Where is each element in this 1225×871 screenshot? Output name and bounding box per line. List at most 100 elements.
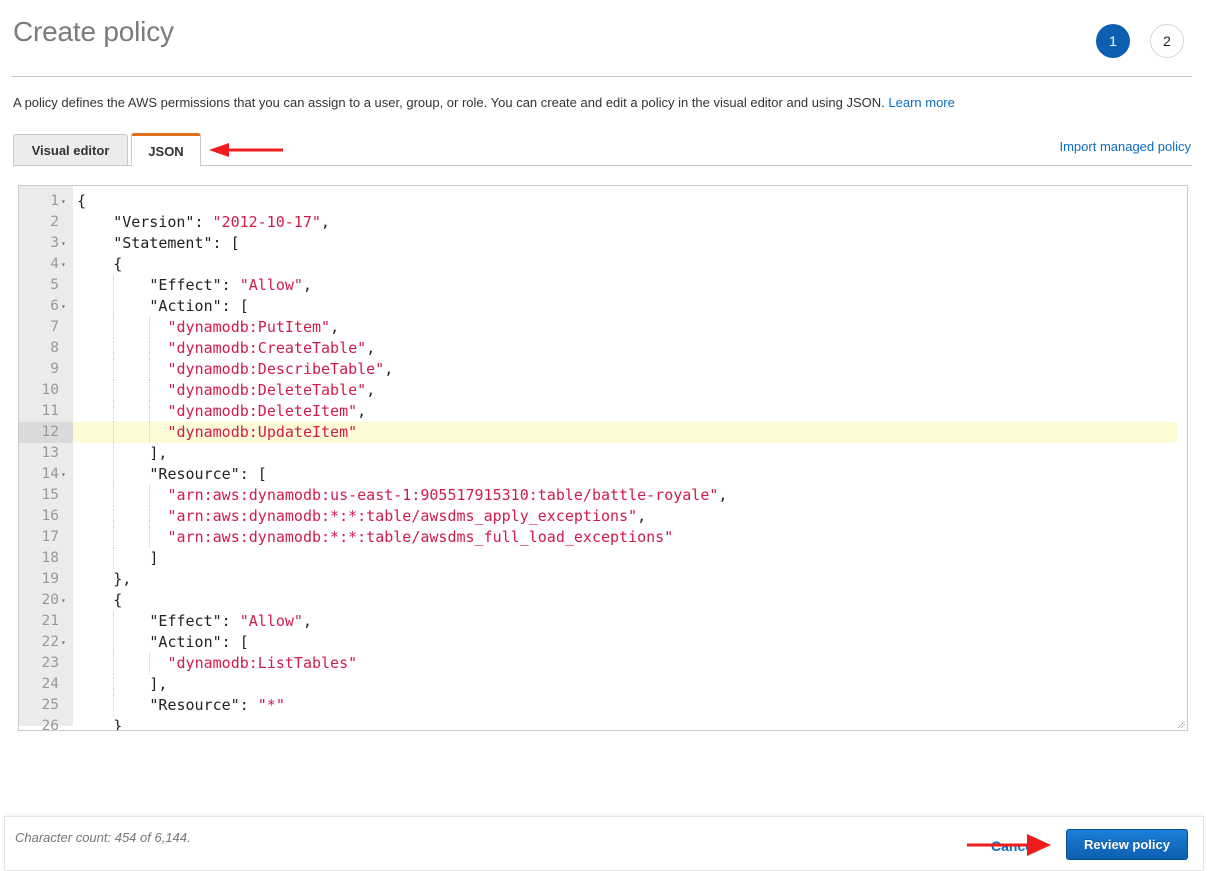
string-token: "Allow" [239,612,303,630]
code-text: "Action": [ [149,296,248,317]
header-divider [12,76,1192,77]
code-line[interactable]: 1 ▾{ [19,191,1177,212]
code-line[interactable]: 23 "dynamodb:ListTables" [19,653,1177,674]
code-token: ], [149,444,168,462]
annotation-arrow-right [967,834,1051,856]
fold-toggle-icon[interactable]: ▾ [61,296,66,317]
fold-toggle-icon[interactable]: ▾ [61,254,66,275]
fold-toggle-icon[interactable]: ▾ [61,632,66,653]
code-line[interactable]: 25 "Resource": "*" [19,695,1177,716]
line-number: 9 [50,361,59,377]
string-token: "dynamodb:ListTables" [167,654,358,672]
code-line[interactable]: 12 "dynamodb:UpdateItem" [19,422,1177,443]
string-token: "*" [257,696,285,714]
indent-guide [113,380,115,401]
code-line[interactable]: 14 ▾ "Resource": [ [19,464,1177,485]
code-token: { [113,255,123,273]
line-number: 5 [50,277,59,293]
indent-guide [149,380,151,401]
tab-json[interactable]: JSON [131,133,201,166]
indent-guide [113,485,115,506]
learn-more-link[interactable]: Learn more [888,95,954,110]
string-token: "dynamodb:DescribeTable" [167,360,385,378]
code-line[interactable]: 22 ▾ "Action": [ [19,632,1177,653]
code-line[interactable]: 21 "Effect": "Allow", [19,611,1177,632]
step-1-indicator: 1 [1096,24,1130,58]
line-number: 15 [41,487,59,503]
code-line[interactable]: 26} [19,716,1177,731]
code-text: }, [113,569,131,590]
indent-guide [149,653,151,674]
import-managed-policy-link[interactable]: Import managed policy [1059,139,1191,154]
code-token: , [637,507,647,525]
code-line[interactable]: 20 ▾{ [19,590,1177,611]
code-line[interactable]: 18] [19,548,1177,569]
step-2-indicator: 2 [1150,24,1184,58]
code-text: { [113,254,122,275]
resize-handle-icon[interactable] [1177,720,1185,728]
line-number: 2 [50,214,59,230]
character-count: Character count: 454 of 6,144. [15,830,191,845]
indent-guide [113,359,115,380]
indent-guide [113,611,115,632]
fold-toggle-icon[interactable]: ▾ [61,590,66,611]
code-line[interactable]: 19}, [19,569,1177,590]
string-token: "dynamodb:DeleteTable" [167,381,367,399]
code-line[interactable]: 5 "Effect": "Allow", [19,275,1177,296]
fold-toggle-icon[interactable]: ▾ [61,464,66,485]
code-text: { [113,590,122,611]
code-line[interactable]: 15 "arn:aws:dynamodb:us-east-1:9055179153… [19,485,1177,506]
code-line[interactable]: 8 "dynamodb:CreateTable", [19,338,1177,359]
indent-guide [149,401,151,422]
code-line[interactable]: 11 "dynamodb:DeleteItem", [19,401,1177,422]
json-editor[interactable]: 1 ▾{2 "Version": "2012-10-17", 3 ▾ "Statement… [18,185,1188,731]
code-token: , [384,360,394,378]
code-line[interactable]: 17 "arn:aws:dynamodb:*:*:table/awsdms_ful… [19,527,1177,548]
description-text: A policy defines the AWS permissions tha… [13,95,885,110]
code-line[interactable]: 2 "Version": "2012-10-17", [19,212,1177,233]
code-line[interactable]: 9 "dynamodb:DescribeTable", [19,359,1177,380]
code-text: "Version": "2012-10-17", [113,212,330,233]
code-text: "dynamodb:CreateTable", [168,338,376,359]
code-token: "Resource": [149,696,258,714]
code-line[interactable]: 10 "dynamodb:DeleteTable", [19,380,1177,401]
code-text: "Statement": [ [113,233,239,254]
tab-visual-editor[interactable]: Visual editor [13,134,128,165]
indent-guide [149,422,151,443]
code-text: "dynamodb:DescribeTable", [168,359,394,380]
code-line[interactable]: 13], [19,443,1177,464]
code-token: { [77,192,87,210]
code-line[interactable]: 3 ▾ "Statement": [ [19,233,1177,254]
code-token: , [302,276,312,294]
indent-guide [113,464,115,485]
code-line[interactable]: 24], [19,674,1177,695]
indent-guide [149,527,151,548]
policy-description: A policy defines the AWS permissions tha… [13,95,955,110]
code-line[interactable]: 4 ▾{ [19,254,1177,275]
code-text: "dynamodb:PutItem", [168,317,340,338]
code-token: , [302,612,312,630]
string-token: "arn:aws:dynamodb:us-east-1:905517915310… [167,486,719,504]
fold-toggle-icon[interactable]: ▾ [61,191,66,212]
indent-guide [149,485,151,506]
code-token: "Resource": [ [149,465,267,483]
code-area[interactable]: 1 ▾{2 "Version": "2012-10-17", 3 ▾ "Statement… [19,191,1177,731]
review-policy-button[interactable]: Review policy [1066,829,1188,860]
code-line[interactable]: 7 "dynamodb:PutItem", [19,317,1177,338]
code-line[interactable]: 16 "arn:aws:dynamodb:*:*:table/awsdms_app… [19,506,1177,527]
code-token: { [113,591,123,609]
line-number: 8 [50,340,59,356]
code-line[interactable]: 6 ▾ "Action": [ [19,296,1177,317]
indent-guide [113,275,115,296]
fold-toggle-icon[interactable]: ▾ [61,233,66,254]
code-text: "Resource": "*" [149,695,284,716]
code-token: } [113,717,123,731]
code-token: ], [149,675,168,693]
indent-guide [113,296,115,317]
indent-guide [149,506,151,527]
indent-guide [113,338,115,359]
code-token: , [357,402,367,420]
code-token: , [366,381,376,399]
code-token: , [366,339,376,357]
line-number: 25 [41,697,59,713]
